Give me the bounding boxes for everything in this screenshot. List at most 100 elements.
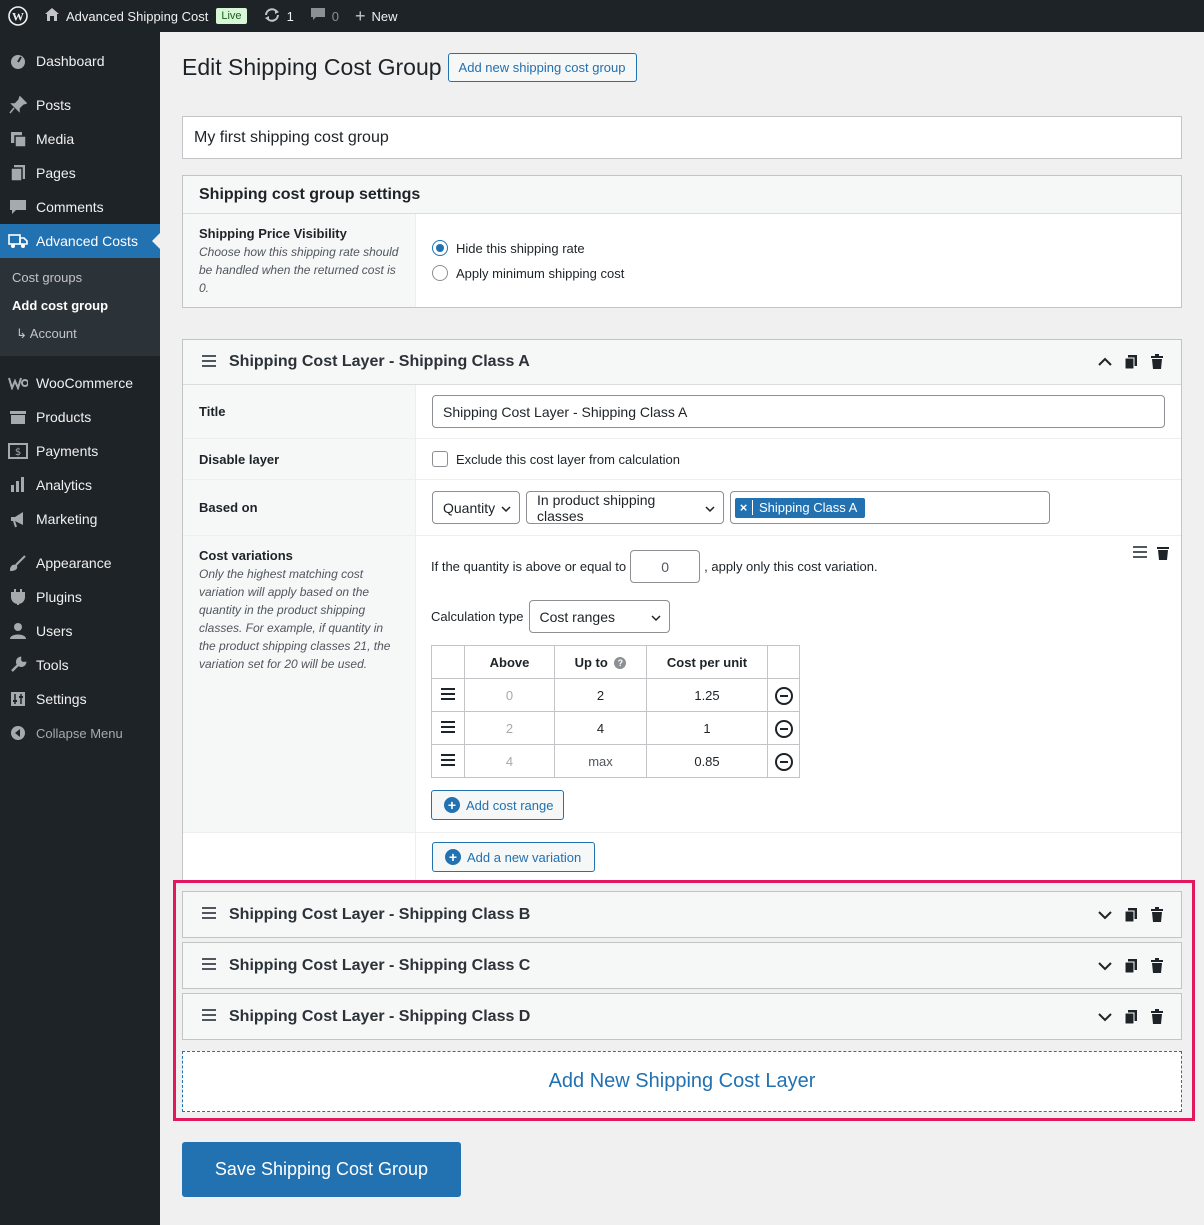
menu-payments[interactable]: $ Payments xyxy=(0,434,160,468)
above-cell: 4 xyxy=(464,744,555,778)
wordpress-logo-icon[interactable]: W xyxy=(0,0,36,32)
menu-woocommerce[interactable]: WooCommerce xyxy=(0,366,160,400)
updates-link[interactable]: 1 xyxy=(255,0,302,32)
menu-marketing[interactable]: Marketing xyxy=(0,502,160,536)
add-new-group-button[interactable]: Add new shipping cost group xyxy=(447,52,637,82)
comment-bubble-icon xyxy=(310,7,326,25)
menu-label: Settings xyxy=(36,691,87,707)
layer-title-input[interactable]: Shipping Cost Layer - Shipping Class A xyxy=(432,395,1165,428)
menu-plugins[interactable]: Plugins xyxy=(0,580,160,614)
save-group-button[interactable]: Save Shipping Cost Group xyxy=(182,1142,461,1197)
remove-row-icon[interactable] xyxy=(774,753,793,771)
submenu-cost-groups[interactable]: Cost groups xyxy=(0,264,160,292)
shipping-class-multiselect[interactable]: × Shipping Class A xyxy=(730,491,1050,524)
plus-circle-icon: + xyxy=(445,849,461,865)
condition-prefix: If the quantity is above or equal to xyxy=(431,559,627,574)
new-content-link[interactable]: + New xyxy=(347,0,406,32)
menu-tools[interactable]: Tools xyxy=(0,648,160,682)
pin-icon xyxy=(8,95,28,115)
radio-label: Hide this shipping rate xyxy=(456,240,585,256)
menu-users[interactable]: Users xyxy=(0,614,160,648)
menu-label: Advanced Costs xyxy=(36,233,138,249)
collapse-label: Collapse Menu xyxy=(36,725,123,741)
add-variation-button[interactable]: + Add a new variation xyxy=(432,842,595,872)
appearance-icon xyxy=(8,553,28,573)
dashboard-icon xyxy=(8,51,28,71)
remove-row-icon[interactable] xyxy=(774,720,793,738)
menu-media[interactable]: Media xyxy=(0,122,160,156)
submenu-add-cost-group[interactable]: Add cost group xyxy=(0,292,160,320)
condition-suffix: , apply only this cost variation. xyxy=(704,559,878,574)
remove-column-header xyxy=(767,645,800,679)
menu-appearance[interactable]: Appearance xyxy=(0,546,160,580)
drag-handle-icon[interactable] xyxy=(201,354,219,371)
disable-layer-text: Exclude this cost layer from calculation xyxy=(456,451,680,467)
menu-analytics[interactable]: Analytics xyxy=(0,468,160,502)
calculation-type-select[interactable]: Cost ranges xyxy=(528,600,670,633)
svg-text:$: $ xyxy=(15,447,21,458)
remove-row-icon[interactable] xyxy=(774,687,793,705)
site-name-link[interactable]: Advanced Shipping Cost Live xyxy=(36,0,255,32)
cost-cell[interactable]: 1 xyxy=(646,711,768,745)
variation-trash-icon[interactable] xyxy=(1157,546,1169,563)
disable-layer-checkbox[interactable] xyxy=(432,451,448,467)
row-drag-icon[interactable] xyxy=(431,744,465,778)
home-icon xyxy=(44,7,60,25)
chevron-up-icon[interactable] xyxy=(1097,354,1113,370)
svg-text:W: W xyxy=(12,10,24,24)
layer-header[interactable]: Shipping Cost Layer - Shipping Class A xyxy=(183,340,1181,385)
collapse-menu-button[interactable]: Collapse Menu xyxy=(0,716,160,750)
menu-label: Products xyxy=(36,409,92,425)
menu-label: Comments xyxy=(36,199,104,215)
advanced-costs-submenu: Cost groups Add cost group ↳ Account xyxy=(0,258,160,356)
menu-label: Users xyxy=(36,623,73,639)
add-cost-range-label: Add cost range xyxy=(466,797,554,813)
submenu-account[interactable]: ↳ Account xyxy=(0,320,160,348)
cost-cell[interactable]: 0.85 xyxy=(646,744,768,778)
new-label: New xyxy=(371,8,398,24)
users-icon xyxy=(8,621,28,641)
menu-advanced-costs[interactable]: Advanced Costs xyxy=(0,224,160,258)
group-settings-box: Shipping cost group settings Shipping Pr… xyxy=(182,175,1182,308)
remove-chip-button[interactable]: × xyxy=(735,500,753,515)
menu-posts[interactable]: Posts xyxy=(0,88,160,122)
row-drag-icon[interactable] xyxy=(431,678,465,712)
page-header: Edit Shipping Cost Group Add new shippin… xyxy=(182,32,1182,102)
variation-drag-icon[interactable] xyxy=(1133,546,1147,563)
menu-products[interactable]: Products xyxy=(0,400,160,434)
menu-settings[interactable]: Settings xyxy=(0,682,160,716)
chip-label: Shipping Class A xyxy=(759,500,858,515)
radio-minimum-cost[interactable]: Apply minimum shipping cost xyxy=(432,261,1165,286)
group-name-input[interactable]: My first shipping cost group xyxy=(182,116,1182,159)
visibility-description: Choose how this shipping rate should be … xyxy=(199,245,399,295)
menu-label: Analytics xyxy=(36,477,93,493)
plugins-icon xyxy=(8,587,28,607)
menu-pages[interactable]: Pages xyxy=(0,156,160,190)
title-label: Title xyxy=(199,404,226,419)
radio-button[interactable] xyxy=(432,265,448,281)
menu-label: Posts xyxy=(36,97,72,113)
row-drag-icon[interactable] xyxy=(431,711,465,745)
quantity-threshold-input[interactable]: 0 xyxy=(630,550,701,583)
menu-label: Plugins xyxy=(36,589,82,605)
media-icon xyxy=(8,129,28,149)
updates-count: 1 xyxy=(286,8,294,24)
cost-layer-expanded: Shipping Cost Layer - Shipping Class A T… xyxy=(182,339,1182,882)
cost-cell[interactable]: 1.25 xyxy=(646,678,768,712)
upto-cell[interactable]: 2 xyxy=(554,678,647,712)
drag-column-header xyxy=(431,645,465,679)
upto-cell[interactable]: max xyxy=(554,744,647,778)
comments-link[interactable]: 0 xyxy=(302,0,347,32)
menu-comments[interactable]: Comments xyxy=(0,190,160,224)
menu-dashboard[interactable]: Dashboard xyxy=(0,44,160,78)
trash-icon[interactable] xyxy=(1149,354,1165,370)
help-icon[interactable]: ? xyxy=(614,657,627,670)
highlight-frame xyxy=(173,880,1195,1121)
condition-select[interactable]: In product shipping classes xyxy=(526,491,724,524)
radio-hide-rate[interactable]: Hide this shipping rate xyxy=(432,236,1165,261)
upto-cell[interactable]: 4 xyxy=(554,711,647,745)
based-on-select[interactable]: Quantity xyxy=(432,491,520,524)
duplicate-icon[interactable] xyxy=(1123,354,1139,370)
radio-button[interactable] xyxy=(432,240,448,256)
add-cost-range-button[interactable]: + Add cost range xyxy=(431,790,565,820)
